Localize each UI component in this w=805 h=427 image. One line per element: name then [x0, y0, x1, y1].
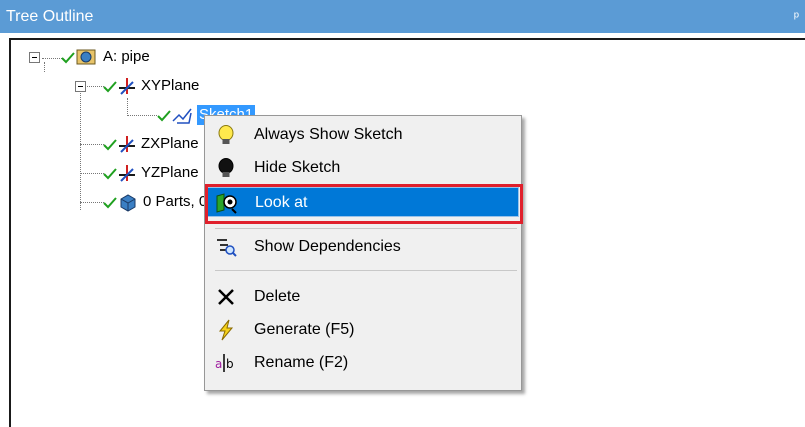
tree-line [127, 115, 157, 116]
lightbulb-off-icon [218, 158, 234, 177]
check-icon [103, 81, 117, 93]
tree-node-xyplane[interactable]: XYPlane [103, 75, 263, 97]
menu-item-hide-sketch[interactable]: Hide Sketch [207, 153, 519, 183]
menu-item-delete[interactable]: Delete [207, 282, 519, 312]
look-at-icon [216, 193, 237, 214]
menu-item-label: Hide Sketch [254, 159, 341, 176]
rename-icon: a b [215, 354, 234, 372]
check-icon [103, 168, 117, 180]
tree-node-label: XYPlane [141, 77, 200, 94]
panel-titlebar[interactable]: Tree Outline ᵖ [0, 0, 805, 33]
tree-line [80, 84, 81, 210]
menu-item-label: Look at [255, 194, 308, 211]
menu-item-label: Generate (F5) [254, 321, 355, 338]
tree-line [127, 98, 128, 116]
menu-item-rename[interactable]: a b Rename (F2) [207, 348, 519, 378]
menu-item-look-at[interactable]: Look at [207, 187, 519, 217]
check-icon [61, 52, 75, 64]
collapse-toggle-xyplane[interactable] [75, 81, 86, 92]
lightning-icon [218, 319, 234, 341]
svg-text:b: b [226, 357, 234, 371]
menu-separator [215, 270, 517, 271]
panel-title: Tree Outline [6, 8, 94, 25]
menu-item-label: Delete [254, 288, 301, 305]
menu-item-show-dependencies[interactable]: Show Dependencies [207, 232, 519, 262]
tree-line [80, 173, 104, 174]
tree-node-label: YZPlane [141, 164, 199, 181]
tree-node-root[interactable]: A: pipe [61, 46, 261, 68]
svg-text:a: a [215, 357, 222, 371]
check-icon [103, 139, 117, 151]
check-icon [157, 110, 171, 122]
tree-node-label: ZXPlane [141, 135, 199, 152]
tree-line [44, 62, 45, 72]
plane-axes-icon [119, 165, 135, 182]
parts-icon [120, 194, 136, 212]
menu-item-label: Rename (F2) [254, 354, 349, 371]
pin-icon[interactable]: ᵖ [794, 0, 799, 33]
menu-separator [215, 228, 517, 229]
tree-line [80, 144, 104, 145]
menu-item-always-show-sketch[interactable]: Always Show Sketch [207, 120, 519, 150]
context-menu: Always Show Sketch Hide Sketch Look at S… [204, 115, 522, 391]
tree-line [42, 58, 62, 59]
dependencies-icon [217, 239, 237, 257]
menu-item-label: Always Show Sketch [254, 126, 403, 143]
tree-node-label: A: pipe [103, 48, 150, 65]
sketch-icon [172, 108, 192, 124]
assembly-icon [76, 49, 96, 65]
collapse-toggle-root[interactable] [29, 52, 40, 63]
tree-outline-panel: Tree Outline ᵖ A: pipe XYPlane ZXPlane Y… [0, 0, 805, 427]
check-icon [103, 197, 117, 209]
plane-axes-icon [119, 78, 135, 95]
menu-item-label: Show Dependencies [254, 238, 401, 255]
lightbulb-on-icon [218, 125, 234, 144]
tree-line [80, 202, 104, 203]
menu-item-generate[interactable]: Generate (F5) [207, 315, 519, 345]
plane-axes-icon [119, 136, 135, 153]
delete-x-icon [218, 289, 234, 305]
